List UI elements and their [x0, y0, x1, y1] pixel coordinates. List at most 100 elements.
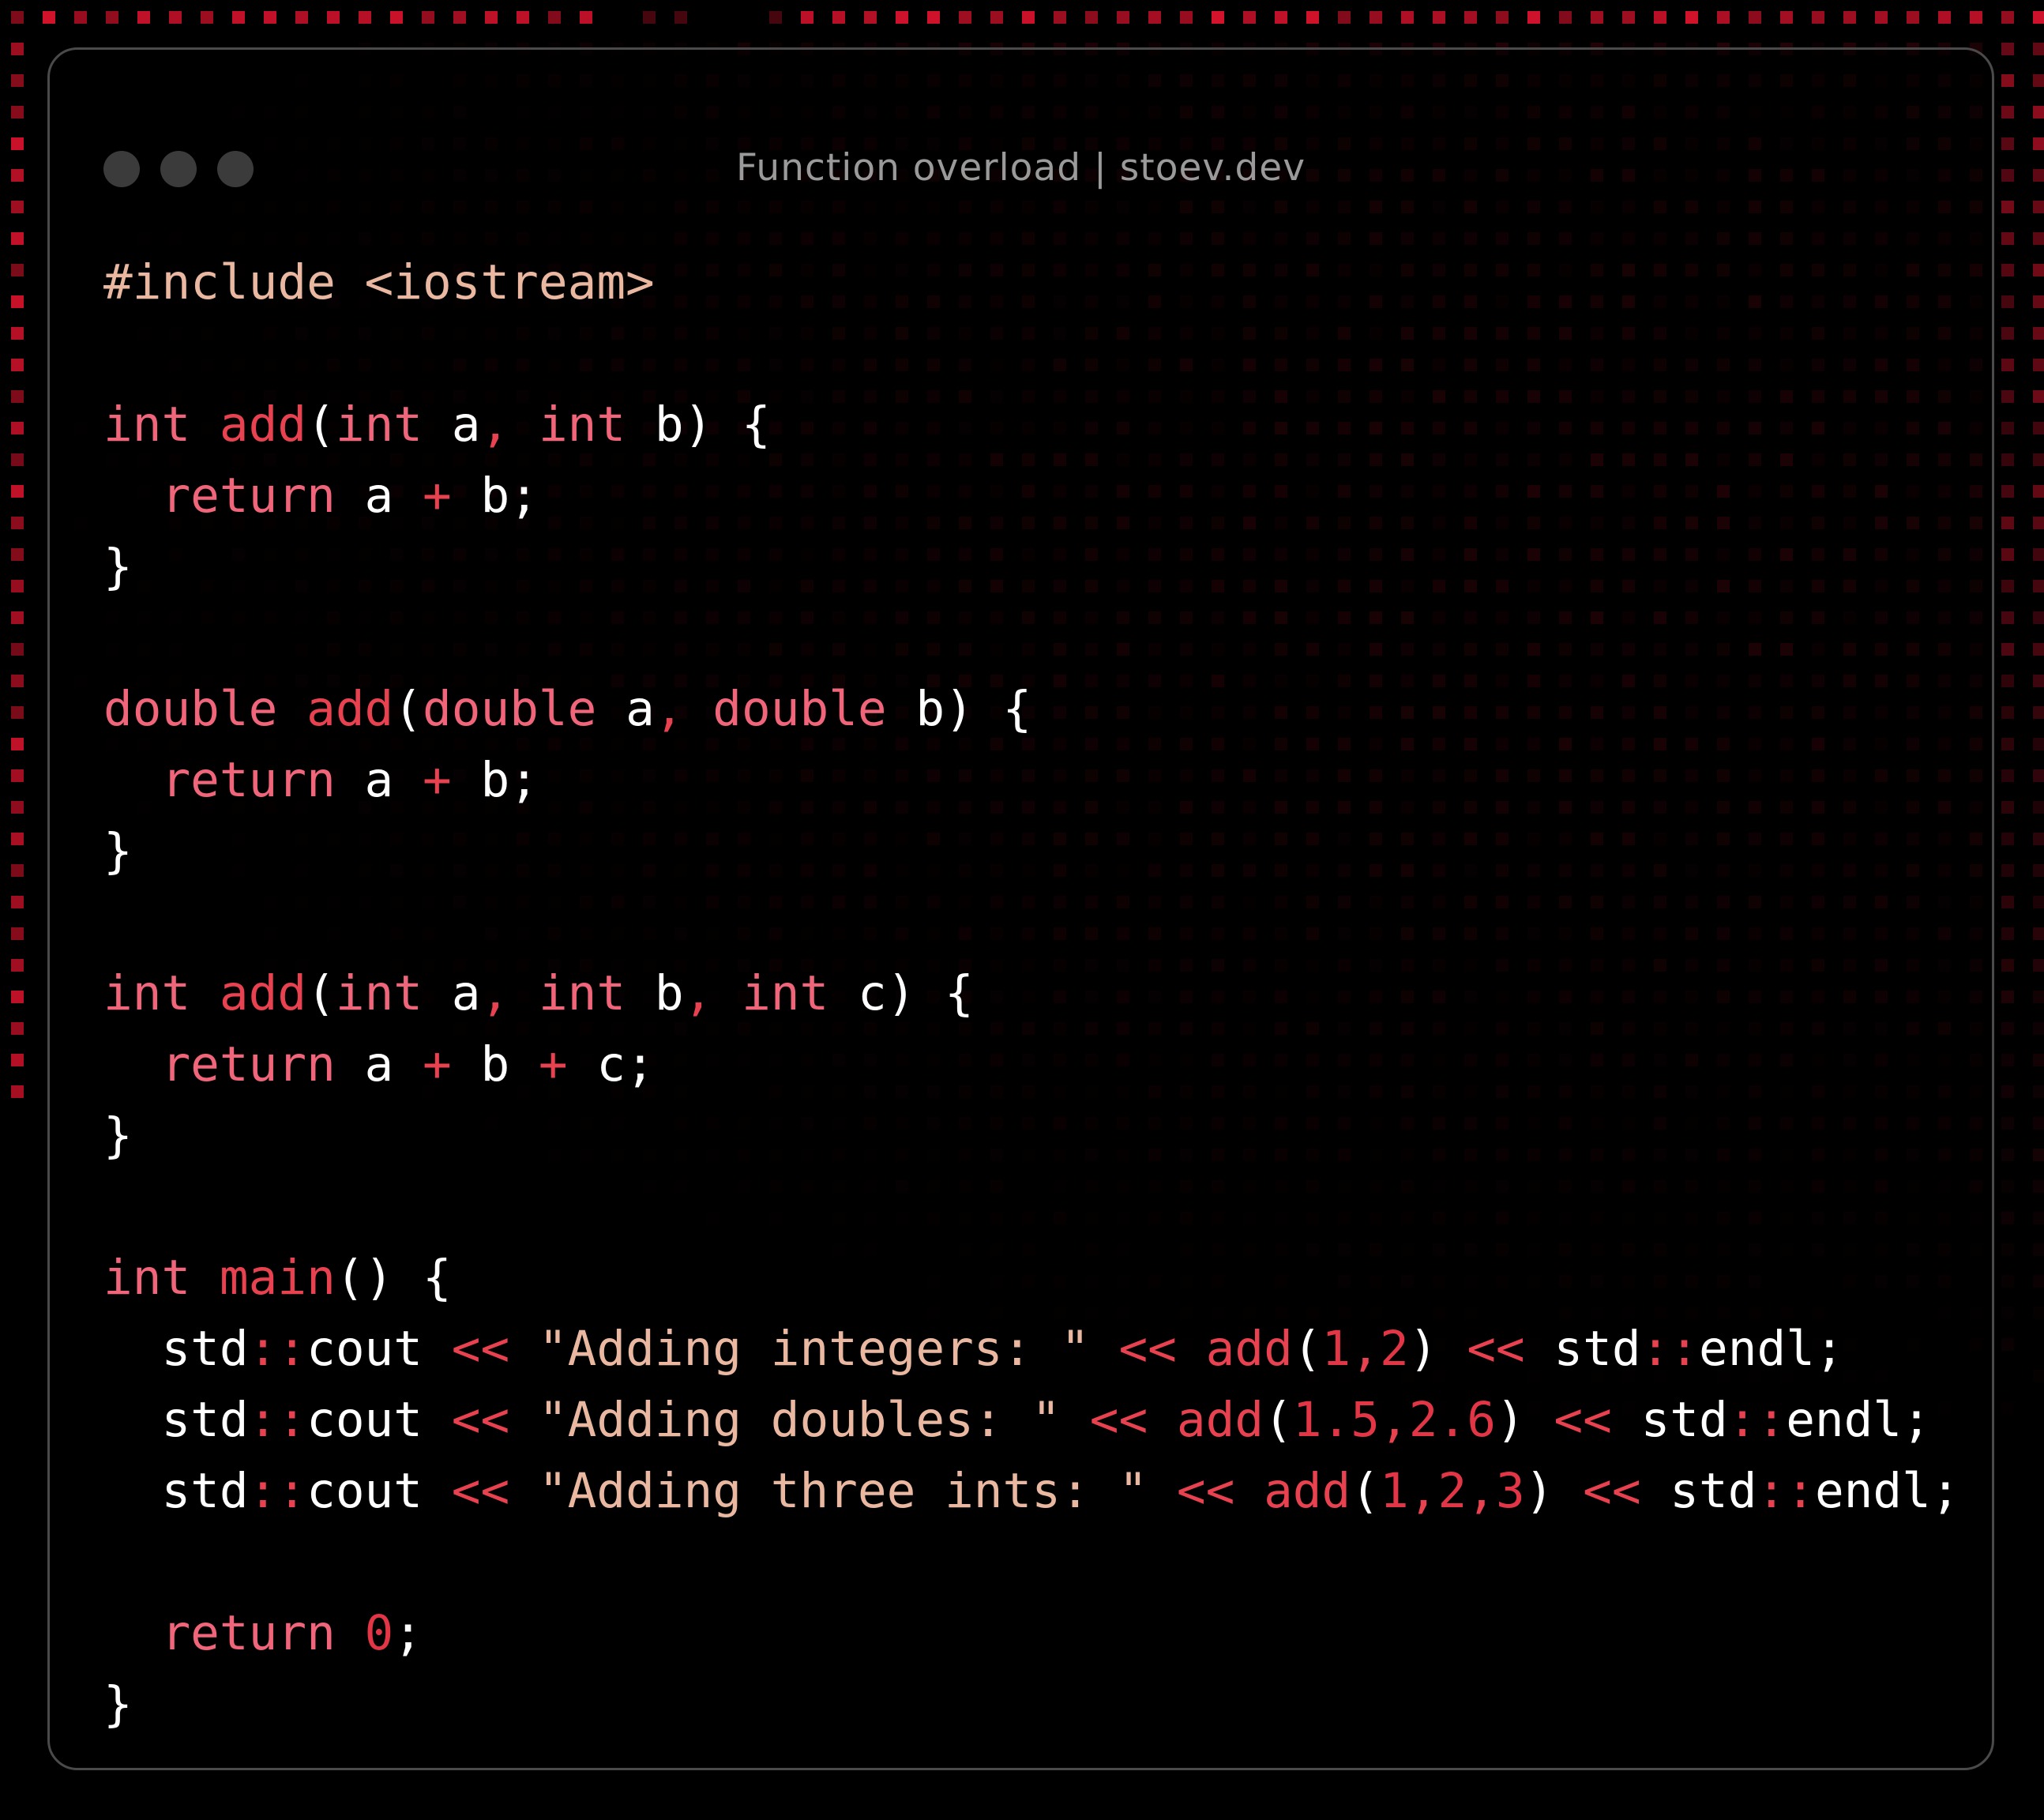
background-dot [1054, 11, 1066, 24]
background-dot [2033, 327, 2044, 340]
code-token-operator: :: [248, 1392, 307, 1448]
code-token-operator: :: [1727, 1392, 1787, 1448]
background-dot [2001, 11, 2014, 24]
background-dot [11, 896, 24, 908]
background-dot [548, 11, 561, 24]
code-line: return 0; [103, 1598, 1960, 1669]
background-dot [1306, 11, 1319, 24]
background-dot [2001, 390, 2014, 403]
code-token-keyword: int [103, 965, 191, 1021]
background-dot [896, 11, 908, 24]
background-dot [1433, 11, 1445, 24]
code-token-number-literal: 1 [1380, 1463, 1409, 1519]
background-dot [2001, 643, 2014, 656]
background-dot [11, 706, 24, 719]
background-dot [1875, 11, 1888, 24]
background-dot [2033, 833, 2044, 845]
code-token-identifier [190, 1250, 220, 1306]
background-dot [2001, 769, 2014, 782]
background-dot [1812, 11, 1824, 24]
code-token-operator: , [654, 681, 684, 737]
code-token-operator: << [451, 1321, 510, 1377]
code-token-identifier: a [335, 752, 423, 808]
code-token-identifier [712, 965, 742, 1021]
background-dot [2001, 485, 2014, 498]
code-token-identifier: ( [306, 397, 336, 453]
background-dot [1780, 11, 1793, 24]
code-token-number-literal: 0 [364, 1605, 394, 1661]
background-dot [2001, 1307, 2014, 1319]
background-dot [11, 1085, 24, 1098]
background-dot [1022, 11, 1035, 24]
code-token-keyword: double [712, 681, 887, 737]
background-dot [864, 11, 877, 24]
background-dot [2001, 264, 2014, 276]
code-line: } [103, 532, 1960, 603]
background-dot [390, 11, 403, 24]
code-token-keyword: double [103, 681, 278, 737]
code-token-operator: << [1467, 1321, 1525, 1377]
background-dot [2033, 1212, 2044, 1224]
background-dot [201, 11, 213, 24]
background-dot [2001, 611, 2014, 624]
code-token-identifier: b [626, 965, 684, 1021]
code-token-identifier [1177, 1321, 1206, 1377]
background-dot [11, 327, 24, 340]
code-token-identifier: a [335, 468, 423, 524]
code-token-identifier: b) { [886, 681, 1032, 737]
code-token-identifier [1234, 1463, 1264, 1519]
code-line: int add(int a, int b, int c) { [103, 958, 1960, 1029]
code-token-identifier: ( [1292, 1321, 1322, 1377]
background-dot [2001, 1275, 2014, 1288]
code-token-identifier: a [335, 1036, 423, 1092]
background-dot [2033, 43, 2044, 55]
background-dot [11, 548, 24, 561]
code-token-identifier [190, 397, 220, 453]
background-dot [11, 611, 24, 624]
code-token-operator: :: [1757, 1463, 1815, 1519]
background-dot [422, 11, 434, 24]
background-dot [2001, 106, 2014, 118]
background-dot [1685, 11, 1698, 24]
code-token-number-literal: 1 [1321, 1321, 1351, 1377]
code-token-keyword: int [335, 397, 423, 453]
background-dot [2001, 517, 2014, 529]
background-dot [2001, 43, 2014, 55]
background-dot [11, 864, 24, 877]
background-dot [1496, 11, 1509, 24]
code-token-keyword: int [103, 397, 191, 453]
code-token-identifier: b; [451, 468, 539, 524]
background-dot [769, 11, 782, 24]
background-dot [2001, 453, 2014, 466]
code-token-identifier [103, 1605, 161, 1661]
background-dot [2001, 927, 2014, 940]
background-dot [927, 11, 940, 24]
background-dot [2033, 896, 2044, 908]
background-dot [580, 11, 592, 24]
background-dot [1717, 11, 1730, 24]
code-line: return a + b + c; [103, 1029, 1960, 1100]
code-token-function-name: main [219, 1250, 336, 1306]
code-token-function-name: add [306, 681, 394, 737]
background-dot [1591, 11, 1603, 24]
code-token-identifier [336, 1605, 365, 1661]
code-line: } [103, 1100, 1960, 1171]
code-token-function-name: add [1176, 1392, 1264, 1448]
code-token-string-literal: "Adding doubles: " [538, 1392, 1061, 1448]
background-dot [1275, 11, 1287, 24]
background-dot [1117, 11, 1129, 24]
background-dot [2001, 359, 2014, 371]
background-dot [1559, 11, 1572, 24]
background-dot [2001, 1243, 2014, 1256]
background-dot [2033, 1085, 2044, 1098]
background-dot [2033, 580, 2044, 592]
code-token-identifier [1148, 1392, 1177, 1448]
code-token-operator: , [1351, 1321, 1381, 1377]
code-token-keyword: double [423, 681, 597, 737]
code-line: return a + b; [103, 461, 1960, 532]
background-dot [11, 74, 24, 87]
background-dot [674, 11, 687, 24]
code-token-operator: << [451, 1392, 510, 1448]
